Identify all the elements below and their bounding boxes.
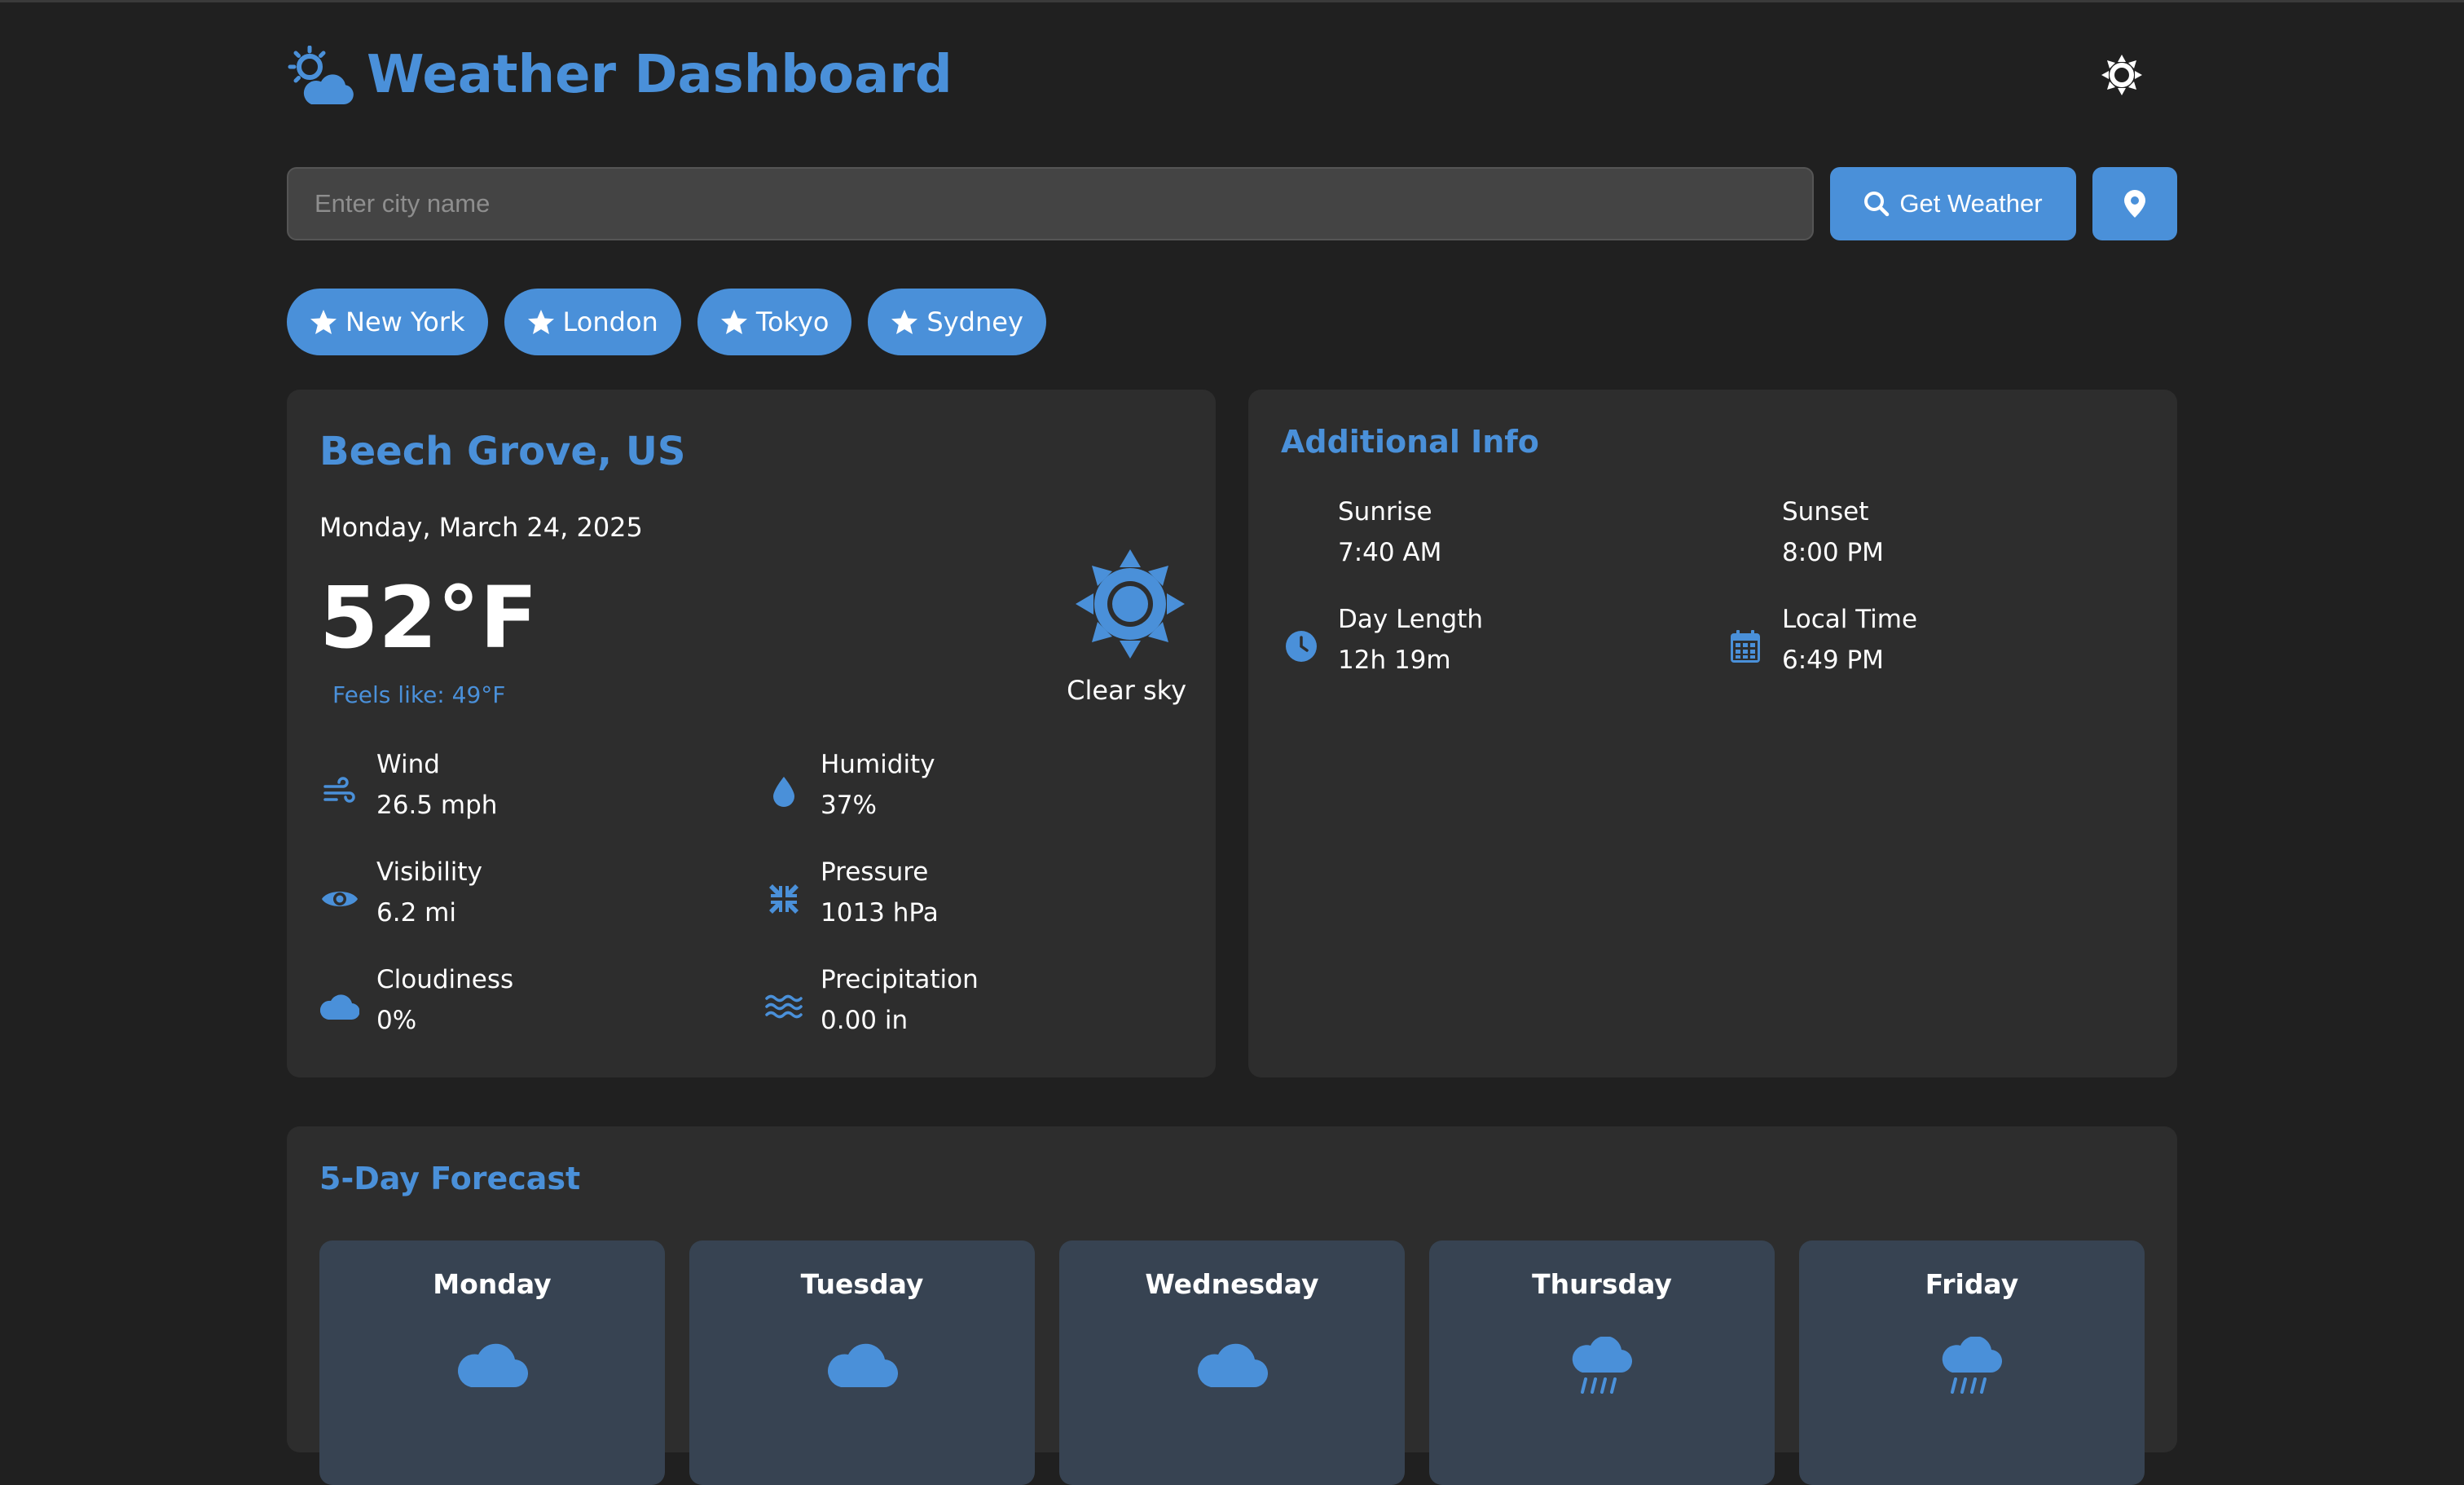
stat-label: Wind xyxy=(376,750,440,779)
info-sunset: Sunset 8:00 PM xyxy=(1725,497,2149,579)
stat-precipitation: Precipitation 0.00 in xyxy=(763,965,1187,1047)
droplet-icon xyxy=(763,771,804,812)
stat-pressure: Pressure 1013 hPa xyxy=(763,857,1187,939)
stat-label: Precipitation xyxy=(821,965,979,994)
location-name: Beech Grove, US xyxy=(319,429,686,474)
compress-icon xyxy=(763,879,804,919)
forecast-day-friday[interactable]: Friday xyxy=(1799,1240,2145,1485)
cloud-icon xyxy=(1198,1343,1268,1388)
current-weather-card: Beech Grove, US Monday, March 24, 2025 5… xyxy=(287,390,1216,1077)
city-search-input[interactable] xyxy=(287,167,1814,240)
stat-visibility: Visibility 6.2 mi xyxy=(319,857,743,939)
star-icon xyxy=(527,310,554,334)
sun-icon xyxy=(2101,55,2142,95)
stat-label: Humidity xyxy=(821,750,935,779)
info-value: 6:49 PM xyxy=(1782,646,1884,675)
cloud-icon xyxy=(458,1343,528,1388)
forecast-day-thursday[interactable]: Thursday xyxy=(1429,1240,1775,1485)
current-location-button[interactable] xyxy=(2092,167,2177,240)
info-sunrise: Sunrise 7:40 AM xyxy=(1281,497,1705,579)
star-icon xyxy=(891,310,918,334)
forecast-title: 5-Day Forecast xyxy=(319,1161,581,1196)
forecast-day-tuesday[interactable]: Tuesday xyxy=(689,1240,1035,1485)
cloud-rain-icon xyxy=(1572,1337,1633,1394)
current-date: Monday, March 24, 2025 xyxy=(319,512,643,543)
cloud-icon xyxy=(828,1343,898,1388)
feels-like: Feels like: 49°F xyxy=(332,681,506,708)
stat-value: 6.2 mi xyxy=(376,898,456,928)
favorite-chip-label: London xyxy=(562,306,658,337)
stat-wind: Wind 26.5 mph xyxy=(319,750,743,831)
info-local-time: Local Time 6:49 PM xyxy=(1725,605,2149,686)
info-label: Sunrise xyxy=(1338,497,1432,527)
favorite-chip-sydney[interactable]: Sydney xyxy=(868,289,1046,355)
forecast-day-name: Tuesday xyxy=(800,1268,924,1300)
star-icon xyxy=(310,310,337,334)
sun-behind-cloud-icon xyxy=(288,46,354,104)
stat-label: Cloudiness xyxy=(376,965,514,994)
forecast-day-name: Monday xyxy=(433,1268,552,1300)
favorite-chip-label: Tokyo xyxy=(755,306,829,337)
stat-value: 37% xyxy=(821,791,877,820)
favorite-chip-label: New York xyxy=(345,306,465,337)
forecast-day-name: Thursday xyxy=(1532,1268,1672,1300)
stat-value: 0% xyxy=(376,1006,417,1035)
stat-label: Visibility xyxy=(376,857,482,887)
wind-icon xyxy=(319,771,360,812)
weather-condition: Clear sky xyxy=(1067,675,1186,706)
clock-icon xyxy=(1281,626,1322,667)
info-day-length: Day Length 12h 19m xyxy=(1281,605,1705,686)
theme-toggle-button[interactable] xyxy=(2097,51,2146,99)
header: Weather Dashboard xyxy=(287,42,2177,108)
get-weather-label: Get Weather xyxy=(1899,189,2043,218)
water-waves-icon xyxy=(763,986,804,1027)
stat-label: Pressure xyxy=(821,857,929,887)
calendar-icon xyxy=(1725,626,1766,667)
forecast-day-monday[interactable]: Monday xyxy=(319,1240,665,1485)
stat-value: 0.00 in xyxy=(821,1006,909,1035)
additional-info-title: Additional Info xyxy=(1281,424,1539,460)
star-icon xyxy=(720,310,747,334)
search-icon xyxy=(1864,192,1890,217)
cloud-icon xyxy=(319,986,360,1027)
forecast-day-name: Wednesday xyxy=(1145,1268,1319,1300)
forecast-card: 5-Day Forecast Monday Tuesday Wednesday … xyxy=(287,1126,2177,1485)
map-pin-icon xyxy=(2124,190,2145,218)
info-value: 8:00 PM xyxy=(1782,538,1884,567)
app-title: Weather Dashboard xyxy=(367,45,953,105)
forecast-day-name: Friday xyxy=(1925,1268,2019,1300)
cloud-rain-icon xyxy=(1942,1337,2003,1394)
favorite-chip-london[interactable]: London xyxy=(504,289,681,355)
info-label: Day Length xyxy=(1338,605,1483,634)
info-label: Sunset xyxy=(1782,497,1869,527)
current-temperature: 52°F xyxy=(319,568,538,668)
info-label: Local Time xyxy=(1782,605,1918,634)
get-weather-button[interactable]: Get Weather xyxy=(1830,167,2076,240)
favorite-chip-label: Sydney xyxy=(926,306,1023,337)
favorite-chip-new-york[interactable]: New York xyxy=(287,289,488,355)
forecast-day-wednesday[interactable]: Wednesday xyxy=(1059,1240,1405,1485)
info-value: 12h 19m xyxy=(1338,646,1451,675)
favorite-chip-tokyo[interactable]: Tokyo xyxy=(697,289,852,355)
info-value: 7:40 AM xyxy=(1338,538,1442,567)
dashboard-container: Weather Dashboard Enter city name Get We… xyxy=(287,0,2177,1485)
eye-icon xyxy=(319,879,360,919)
favorite-cities: New York London Tokyo Sydney xyxy=(287,289,1046,355)
additional-info-card: Additional Info Sunrise 7:40 AM Sunset 8… xyxy=(1248,390,2177,1077)
stat-cloudiness: Cloudiness 0% xyxy=(319,965,743,1047)
sun-icon xyxy=(1076,549,1185,659)
stat-humidity: Humidity 37% xyxy=(763,750,1187,831)
stat-value: 26.5 mph xyxy=(376,791,498,820)
stat-value: 1013 hPa xyxy=(821,898,939,928)
